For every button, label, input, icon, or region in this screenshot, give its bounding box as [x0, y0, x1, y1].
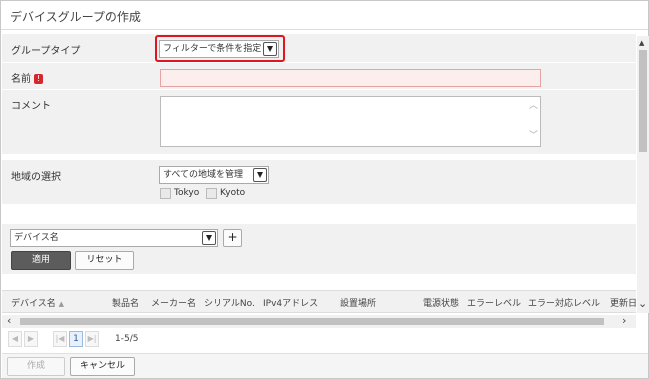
- dialog-title: デバイスグループの作成: [1, 1, 648, 30]
- next-arrow-icon[interactable]: ▶: [24, 331, 38, 347]
- filter-field-value: デバイス名: [14, 233, 59, 243]
- column-location[interactable]: 設置場所: [340, 296, 376, 309]
- vertical-scroll-thumb[interactable]: [639, 50, 647, 152]
- pagination: ◀ ▶ |◀ 1 ▶| 1-5/5: [2, 330, 648, 352]
- tokyo-label: Tokyo: [174, 188, 200, 198]
- vertical-scrollbar[interactable]: ▲ ⌄: [637, 36, 649, 313]
- region-select[interactable]: すべての地域を管理: [159, 166, 269, 184]
- apply-button[interactable]: 適用: [11, 251, 71, 270]
- pager-range: 1-5/5: [115, 334, 139, 344]
- filter-field-select[interactable]: デバイス名: [10, 229, 218, 247]
- filter-area: デバイス名 + 適用 リセット: [2, 224, 636, 274]
- horizontal-scrollbar[interactable]: ‹ ›: [2, 315, 636, 328]
- first-page-button[interactable]: |◀: [53, 331, 67, 347]
- chevron-down-icon: [253, 168, 267, 182]
- column-updated-date[interactable]: 更新日: [610, 296, 636, 309]
- last-page-button[interactable]: ▶|: [85, 331, 99, 347]
- reset-button[interactable]: リセット: [75, 251, 134, 270]
- scroll-left-arrow-icon[interactable]: ‹: [7, 315, 11, 326]
- comment-textarea[interactable]: ︿ ﹀: [160, 96, 541, 147]
- region-row: 地域の選択 すべての地域を管理 Tokyo Kyoto: [2, 160, 636, 204]
- tokyo-checkbox[interactable]: [160, 188, 171, 199]
- sort-asc-icon: ▲: [58, 300, 64, 308]
- group-type-row: グループタイプ フィルターで条件を指定: [2, 34, 636, 62]
- kyoto-checkbox[interactable]: [206, 188, 217, 199]
- chevron-down-icon: [202, 231, 216, 245]
- create-device-group-dialog: デバイスグループの作成 グループタイプ フィルターで条件を指定 名前! コメント…: [0, 0, 649, 379]
- column-ipv4-address[interactable]: IPv4アドレス: [263, 296, 318, 309]
- column-serial-no[interactable]: シリアルNo.: [204, 296, 255, 309]
- comment-label: コメント: [11, 101, 51, 112]
- kyoto-label: Kyoto: [220, 188, 246, 198]
- column-device-name-label: デバイス名: [11, 299, 56, 309]
- dialog-footer: 作成 キャンセル: [2, 353, 648, 378]
- name-label-wrap: 名前!: [11, 70, 43, 85]
- scroll-down-icon: ﹀: [528, 131, 538, 141]
- device-table-header: デバイス名 ▲ 製品名 メーカー名 シリアルNo. IPv4アドレス 設置場所 …: [2, 290, 636, 313]
- region-label: 地域の選択: [11, 172, 61, 183]
- required-icon: !: [34, 74, 43, 84]
- comment-row: コメント ︿ ﹀: [2, 90, 636, 154]
- name-input[interactable]: [160, 69, 541, 87]
- cancel-button[interactable]: キャンセル: [70, 357, 135, 376]
- page-1-button[interactable]: 1: [69, 331, 83, 347]
- name-row: 名前!: [2, 63, 636, 89]
- dialog-content: グループタイプ フィルターで条件を指定 名前! コメント ︿ ﹀ 地域の選択 す…: [2, 32, 636, 315]
- add-filter-button[interactable]: +: [223, 229, 242, 247]
- group-type-highlight: [155, 35, 285, 62]
- scroll-right-arrow-icon[interactable]: ›: [622, 315, 626, 326]
- column-power-status[interactable]: 電源状態: [423, 296, 459, 309]
- group-type-label: グループタイプ: [11, 46, 81, 57]
- prev-arrow-icon[interactable]: ◀: [8, 331, 22, 347]
- scroll-down-arrow-icon[interactable]: ⌄: [638, 298, 647, 309]
- region-select-value: すべての地域を管理: [163, 170, 244, 180]
- create-button[interactable]: 作成: [7, 357, 65, 376]
- name-label: 名前: [11, 74, 31, 85]
- column-error-level[interactable]: エラーレベル: [467, 296, 521, 309]
- column-manufacturer[interactable]: メーカー名: [151, 296, 196, 309]
- horizontal-scroll-thumb[interactable]: [20, 318, 604, 325]
- scroll-up-icon: ︿: [528, 101, 538, 111]
- column-error-response-level[interactable]: エラー対応レベル: [528, 296, 600, 309]
- column-product-name[interactable]: 製品名: [112, 296, 139, 309]
- column-device-name[interactable]: デバイス名 ▲: [11, 296, 64, 309]
- scroll-up-arrow-icon[interactable]: ▲: [639, 38, 644, 48]
